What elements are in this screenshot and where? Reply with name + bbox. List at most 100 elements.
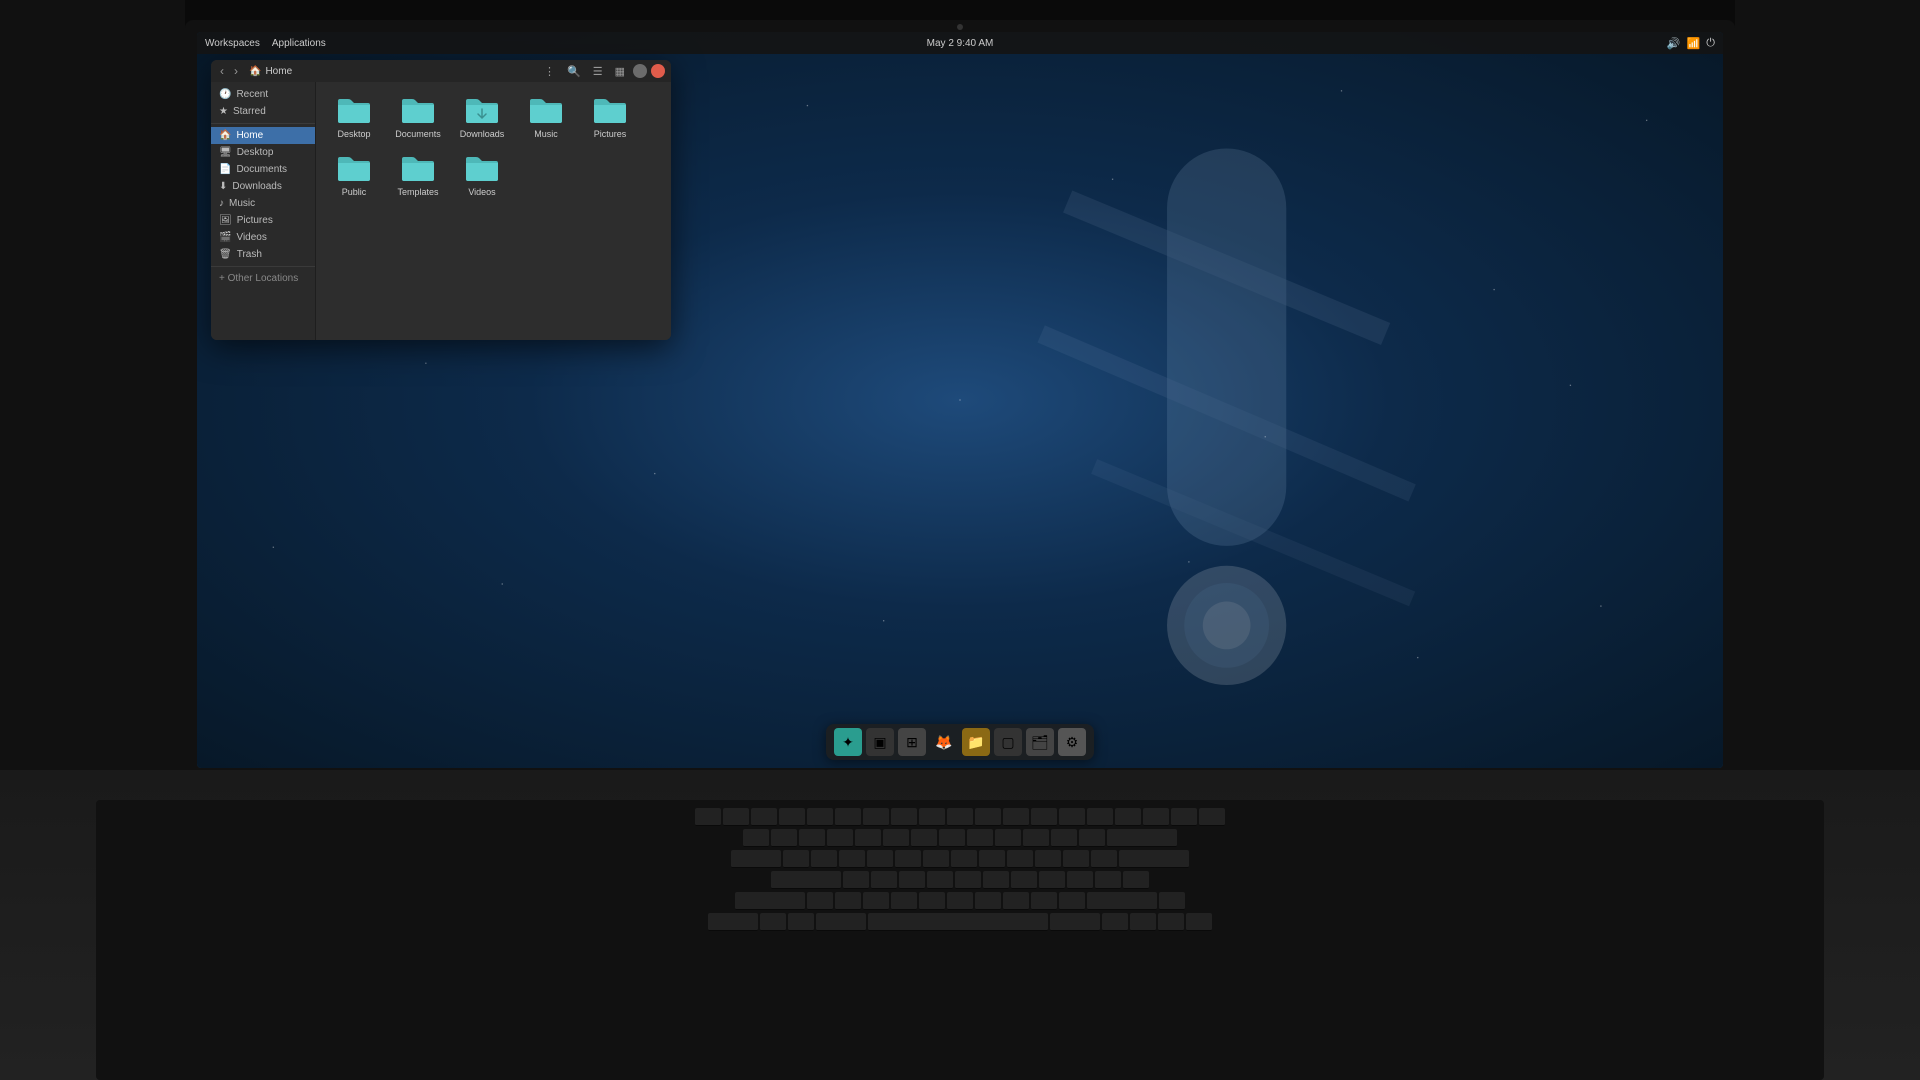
key-f10[interactable] [975,808,1001,826]
network-icon[interactable]: 📶 [1687,37,1701,50]
key-o[interactable] [1007,850,1033,868]
sidebar-item-pictures[interactable]: 🖼 Pictures [211,212,315,229]
key-f2[interactable] [751,808,777,826]
key-rctrl[interactable] [1102,913,1128,931]
key-v[interactable] [891,892,917,910]
key-super[interactable] [788,913,814,931]
dock-tiling-button[interactable]: ✦ [834,728,862,756]
key-lctrl[interactable] [708,913,758,931]
key-f7[interactable] [891,808,917,826]
key-tab[interactable] [731,850,781,868]
key-f12[interactable] [1031,808,1057,826]
key-a[interactable] [843,871,869,889]
key-0[interactable] [1023,829,1049,847]
key-fn[interactable] [760,913,786,931]
sidebar-item-music[interactable]: ♪ Music [211,195,315,212]
key-l[interactable] [1067,871,1093,889]
key-pgup[interactable] [1171,808,1197,826]
key-c[interactable] [863,892,889,910]
workspaces-menu[interactable]: Workspaces [205,38,260,49]
sidebar-item-trash[interactable]: 🗑 Trash [211,246,315,263]
key-ralt[interactable] [1050,913,1100,931]
key-lshift[interactable] [735,892,805,910]
folder-desktop[interactable]: Desktop [324,90,384,144]
back-button[interactable]: ‹ [217,64,227,78]
key-3[interactable] [827,829,853,847]
key-8[interactable] [967,829,993,847]
key-1[interactable] [771,829,797,847]
key-home[interactable] [1115,808,1141,826]
key-r[interactable] [867,850,893,868]
key-rshift[interactable] [1087,892,1157,910]
key-end[interactable] [1143,808,1169,826]
key-f8[interactable] [919,808,945,826]
key-2[interactable] [799,829,825,847]
key-ins[interactable] [1087,808,1113,826]
key-f[interactable] [927,871,953,889]
key-n[interactable] [947,892,973,910]
key-j[interactable] [1011,871,1037,889]
key-del[interactable] [1059,808,1085,826]
sidebar-item-home[interactable]: 🏠 Home [211,127,315,144]
key-y[interactable] [923,850,949,868]
key-e[interactable] [839,850,865,868]
key-7[interactable] [939,829,965,847]
key-capslock[interactable] [771,871,841,889]
key-6[interactable] [911,829,937,847]
minimize-button[interactable] [633,64,647,78]
key-4[interactable] [855,829,881,847]
key-x[interactable] [835,892,861,910]
key-enter[interactable] [1119,850,1189,868]
key-u[interactable] [951,850,977,868]
dock-workspaces-button[interactable]: ▢ [994,728,1022,756]
key-f3[interactable] [779,808,805,826]
volume-icon[interactable]: 🔊 [1667,37,1681,50]
key-right[interactable] [1186,913,1212,931]
other-locations-item[interactable]: + Other Locations [211,270,315,287]
dock-appgrid-button[interactable]: ⊞ [898,728,926,756]
forward-button[interactable]: › [231,64,241,78]
key-slash[interactable] [1059,892,1085,910]
key-s[interactable] [871,871,897,889]
key-backspace[interactable] [1107,829,1177,847]
dock-terminal-button[interactable]: ▣ [866,728,894,756]
key-minus[interactable] [1051,829,1077,847]
folder-public[interactable]: Public [324,148,384,202]
key-semicolon[interactable] [1095,871,1121,889]
search-button[interactable]: 🔍 [563,63,585,80]
sidebar-item-videos[interactable]: 🎬 Videos [211,229,315,246]
key-f6[interactable] [863,808,889,826]
applications-menu[interactable]: Applications [272,38,326,49]
key-d[interactable] [899,871,925,889]
key-rbracket[interactable] [1091,850,1117,868]
close-button[interactable] [651,64,665,78]
key-p[interactable] [1035,850,1061,868]
sidebar-item-starred[interactable]: ★ Starred [211,103,315,120]
key-b[interactable] [919,892,945,910]
key-i[interactable] [979,850,1005,868]
dock-firefox-button[interactable]: 🦊 [930,728,958,756]
key-comma[interactable] [1003,892,1029,910]
key-f9[interactable] [947,808,973,826]
key-k[interactable] [1039,871,1065,889]
key-space[interactable] [868,913,1048,931]
key-lbracket[interactable] [1063,850,1089,868]
key-f11[interactable] [1003,808,1029,826]
view-list-button[interactable]: ☰ [589,63,607,80]
key-9[interactable] [995,829,1021,847]
folder-templates[interactable]: Templates [388,148,448,202]
sidebar-item-desktop[interactable]: 🖥 Desktop [211,144,315,161]
key-lalt[interactable] [816,913,866,931]
key-z[interactable] [807,892,833,910]
folder-videos[interactable]: Videos [452,148,512,202]
menu-button[interactable]: ⋮ [540,63,559,80]
key-left[interactable] [1130,913,1156,931]
folder-music[interactable]: Music [516,90,576,144]
key-5[interactable] [883,829,909,847]
key-tilde[interactable] [743,829,769,847]
folder-documents[interactable]: Documents [388,90,448,144]
key-f1[interactable] [723,808,749,826]
key-esc[interactable] [695,808,721,826]
key-f4[interactable] [807,808,833,826]
folder-pictures[interactable]: Pictures [580,90,640,144]
